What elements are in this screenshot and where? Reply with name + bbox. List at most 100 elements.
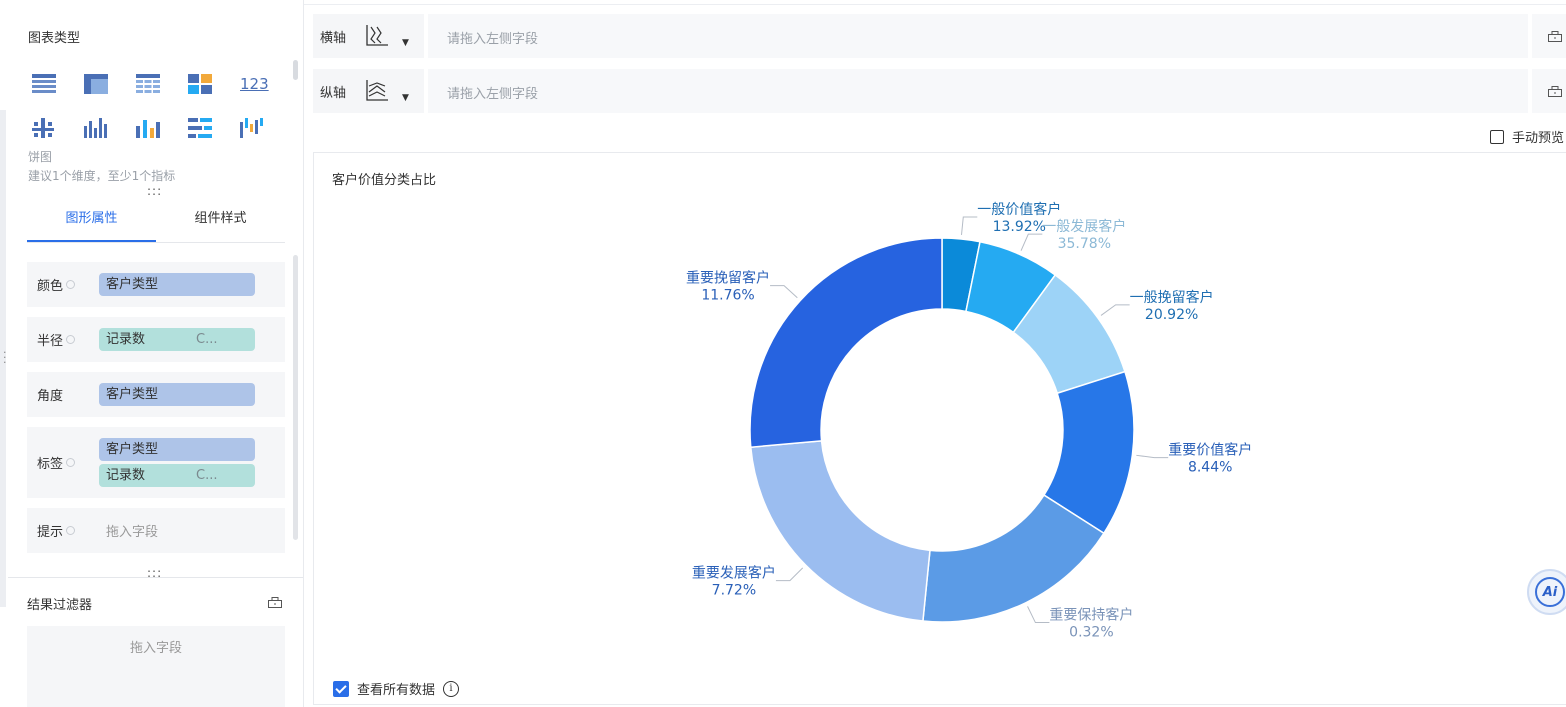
resize-grip-icon[interactable]: · · · — [3, 347, 7, 368]
label-leader-line — [1020, 233, 1043, 251]
selected-chart-name: 饼图 — [28, 150, 53, 164]
prop-row-tooltip[interactable]: 提示 拖入字段 — [27, 508, 285, 553]
chart-type-title: 图表类型 — [28, 31, 81, 46]
slice-percent-label: 20.92% — [1145, 307, 1198, 323]
chevron-down-icon[interactable]: ▼ — [402, 93, 409, 103]
x-axis-settings[interactable] — [1532, 14, 1566, 58]
manual-preview-label: 手动预览 — [1512, 131, 1565, 146]
slice-percent-label: 35.78% — [1058, 236, 1111, 252]
field-pill[interactable]: 记录数 C... — [99, 464, 255, 487]
gear-icon[interactable] — [66, 335, 76, 344]
property-scrollbar[interactable] — [293, 255, 298, 540]
label-leader-line — [770, 285, 798, 299]
y-axis-settings[interactable] — [1532, 69, 1566, 113]
prop-row-radius[interactable]: 半径 记录数 C... — [27, 317, 285, 362]
label-leader-line — [1100, 304, 1130, 316]
grouped-bar-icon[interactable] — [80, 113, 132, 143]
field-pill[interactable]: 记录数 C... — [99, 328, 255, 351]
manual-preview-checkbox[interactable] — [1490, 129, 1504, 144]
prop-label: 颜色 — [37, 279, 64, 294]
view-all-data-toggle[interactable]: 查看所有数据 i — [333, 679, 460, 698]
stacked-bar-icon[interactable] — [132, 113, 184, 143]
view-all-checkbox[interactable] — [333, 680, 349, 697]
slice-category-label: 重要挽留客户 — [686, 270, 770, 287]
donut-slice[interactable] — [749, 237, 943, 449]
filter-settings-icon[interactable] — [268, 596, 282, 608]
left-config-panel: · · · 图表类型 123 饼图 建议1个维度，至少1个指标::: 图形属性… — [0, 0, 304, 707]
label-leader-line — [1027, 606, 1050, 624]
x-axis-label: 横轴 — [320, 31, 347, 46]
slice-percent-label: 0.32% — [1069, 625, 1113, 641]
field-pill[interactable]: 客户类型 — [99, 383, 255, 406]
label-leader-line — [960, 216, 978, 236]
slice-percent-label: 8.44% — [1188, 460, 1232, 476]
slice-percent-label: 7.72% — [712, 583, 756, 599]
table-icon[interactable] — [28, 69, 80, 99]
y-axis-row: 纵轴 ▼ 请拖入左侧字段 — [313, 69, 1566, 113]
x-axis-row: 横轴 ▼ 请拖入左侧字段 — [313, 14, 1566, 58]
x-axis-type-icon[interactable] — [365, 23, 389, 47]
property-tabs: 图形属性 组件样式 — [27, 198, 285, 243]
chart-type-scrollbar[interactable] — [293, 60, 298, 80]
view-all-label: 查看所有数据 — [357, 683, 436, 698]
y-axis-drop-zone[interactable]: 请拖入左侧字段 — [428, 69, 1528, 113]
gear-icon[interactable] — [66, 526, 76, 535]
gear-icon[interactable] — [66, 458, 76, 467]
slice-category-label: 重要发展客户 — [692, 565, 776, 582]
gear-icon[interactable] — [66, 280, 76, 289]
divider — [304, 4, 1566, 5]
tab-component-style[interactable]: 组件样式 — [156, 198, 285, 242]
prop-label: 提示 — [37, 525, 64, 540]
slice-category-label: 一般挽留客户 — [1130, 289, 1214, 306]
property-list: 颜色 客户类型 半径 记录数 C... 角度 客户类型 标签 客户类型 记录数 C.… — [27, 262, 285, 563]
field-pill-aggregation: C... — [196, 332, 218, 347]
x-axis-label-box[interactable]: 横轴 ▼ — [313, 14, 424, 58]
horizontal-bar-icon[interactable] — [184, 113, 236, 143]
field-pill[interactable]: 客户类型 — [99, 273, 255, 296]
slice-category-label: 重要价值客户 — [1168, 442, 1252, 459]
field-pill[interactable]: 客户类型 — [99, 438, 255, 461]
label-leader-line — [775, 567, 804, 582]
grip-icon[interactable]: ::: — [147, 184, 162, 198]
slice-category-label: 重要保持客户 — [1049, 607, 1133, 624]
tab-graphic-properties[interactable]: 图形属性 — [27, 198, 156, 242]
waterfall-icon[interactable] — [236, 113, 288, 143]
prop-label: 标签 — [37, 457, 64, 472]
info-icon[interactable]: i — [443, 680, 460, 697]
x-axis-drop-zone[interactable]: 请拖入左侧字段 — [428, 14, 1528, 58]
prop-row-color[interactable]: 颜色 客户类型 — [27, 262, 285, 307]
prop-row-angle[interactable]: 角度 客户类型 — [27, 372, 285, 417]
slice-percent-label: 11.76% — [701, 288, 754, 304]
prop-row-label[interactable]: 标签 客户类型 记录数 C... — [27, 427, 285, 498]
axis-settings-icon[interactable] — [1548, 85, 1562, 97]
field-pill-aggregation: C... — [196, 468, 218, 483]
chevron-down-icon[interactable]: ▼ — [402, 38, 409, 48]
kpi-grid-icon[interactable] — [184, 69, 236, 99]
filter-title: 结果过滤器 — [27, 598, 93, 613]
y-axis-label-box[interactable]: 纵轴 ▼ — [313, 69, 424, 113]
detail-table-icon[interactable] — [132, 69, 184, 99]
chart-card-title: 客户价值分类占比 — [332, 173, 437, 188]
drop-placeholder: 请拖入左侧字段 — [447, 32, 539, 47]
donut-slice[interactable] — [749, 440, 931, 622]
label-leader-line — [1136, 454, 1169, 459]
axis-settings-icon[interactable] — [1548, 30, 1562, 42]
field-pill-label: 记录数 — [106, 468, 146, 483]
y-axis-type-icon[interactable] — [365, 78, 389, 102]
drop-placeholder: 拖入字段 — [106, 525, 159, 540]
field-pill-label: 记录数 — [106, 332, 146, 347]
y-axis-label: 纵轴 — [320, 86, 347, 101]
manual-preview-toggle[interactable]: 手动预览 — [1490, 127, 1564, 146]
slice-category-label: 一般发展客户 — [1042, 218, 1126, 235]
number-123-icon[interactable]: 123 — [236, 69, 288, 99]
ai-assistant-button[interactable]: Ai — [1527, 569, 1566, 615]
donut-chart[interactable]: 一般价值客户13.92%一般发展客户35.78% 一般挽留客户20.92% 重要价值… — [560, 190, 1340, 665]
ai-icon: Ai — [1535, 577, 1565, 607]
chart-hint: 饼图 建议1个维度，至少1个指标 — [28, 148, 175, 186]
divider — [8, 577, 303, 578]
filter-drop-zone[interactable]: 拖入字段 — [27, 626, 285, 707]
cross-table-icon[interactable] — [80, 69, 132, 99]
dot-matrix-icon[interactable] — [28, 113, 80, 143]
chart-type-grid: 123 — [28, 62, 288, 150]
slice-percent-label: 13.92% — [993, 219, 1046, 235]
